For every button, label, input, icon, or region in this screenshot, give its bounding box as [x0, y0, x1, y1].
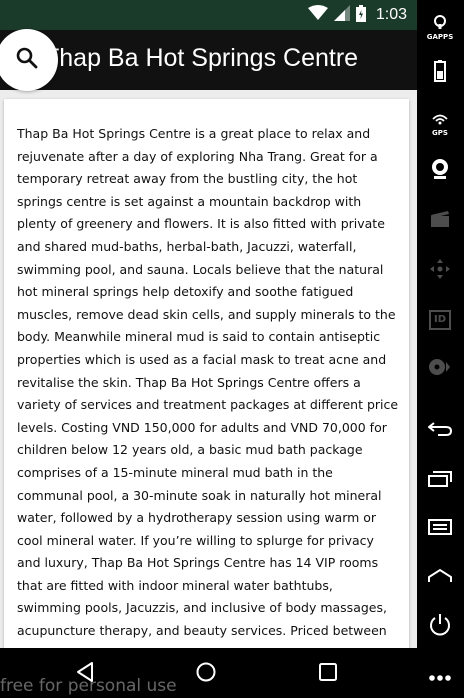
watermark: free for personal use [0, 676, 177, 696]
gapps-label: GAPPS [426, 32, 454, 41]
camera-icon [430, 158, 450, 184]
side-recents-button[interactable] [425, 466, 455, 496]
more-button[interactable] [425, 661, 455, 691]
id-label: ID [433, 314, 447, 325]
id-icon: ID [429, 310, 451, 330]
signal-icon [333, 5, 350, 25]
recents-icon [318, 662, 338, 686]
battery-icon [355, 4, 366, 26]
emulator-side-panel: GAPPS GPS ID [417, 0, 464, 698]
home-icon [195, 661, 217, 687]
screen-record-button[interactable] [425, 206, 455, 236]
wifi-icon [307, 5, 328, 25]
more-icon [428, 667, 452, 686]
article-card: Thap Ba Hot Springs Centre is a great pl… [4, 99, 409, 659]
home-icon [428, 568, 452, 588]
menu-icon [428, 519, 452, 539]
search-icon [16, 47, 38, 73]
app-bar: Thap Ba Hot Springs Centre [0, 30, 417, 90]
side-back-button[interactable] [425, 416, 455, 446]
dpad-icon [429, 258, 451, 284]
back-icon [427, 421, 453, 441]
device-id-button[interactable]: ID [425, 305, 455, 335]
nav-home-button[interactable] [192, 660, 220, 688]
battery-button[interactable] [425, 58, 455, 88]
article-body: Thap Ba Hot Springs Centre is a great pl… [17, 126, 399, 659]
status-bar: 1:03 [0, 0, 417, 30]
page-title: Thap Ba Hot Springs Centre [44, 44, 359, 72]
side-menu-button[interactable] [425, 514, 455, 544]
dpad-button[interactable] [425, 256, 455, 286]
gps-label: GPS [432, 128, 448, 137]
media-button[interactable] [425, 354, 455, 384]
gps-icon [431, 110, 449, 129]
camera-button[interactable] [425, 156, 455, 186]
recents-icon [428, 471, 452, 491]
nav-recents-button[interactable] [314, 660, 342, 688]
device-screen: 1:03 Thap Ba Hot Springs Centre Thap Ba … [0, 0, 417, 698]
gapps-button[interactable]: GAPPS [425, 12, 455, 42]
power-icon [428, 613, 452, 641]
battery-icon [434, 60, 446, 86]
media-icon [429, 358, 451, 380]
side-home-button[interactable] [425, 563, 455, 593]
clapper-icon [430, 210, 450, 232]
status-time: 1:03 [375, 6, 407, 23]
power-button[interactable] [425, 612, 455, 642]
gps-button[interactable]: GPS [425, 108, 455, 138]
gapps-icon [433, 14, 447, 33]
